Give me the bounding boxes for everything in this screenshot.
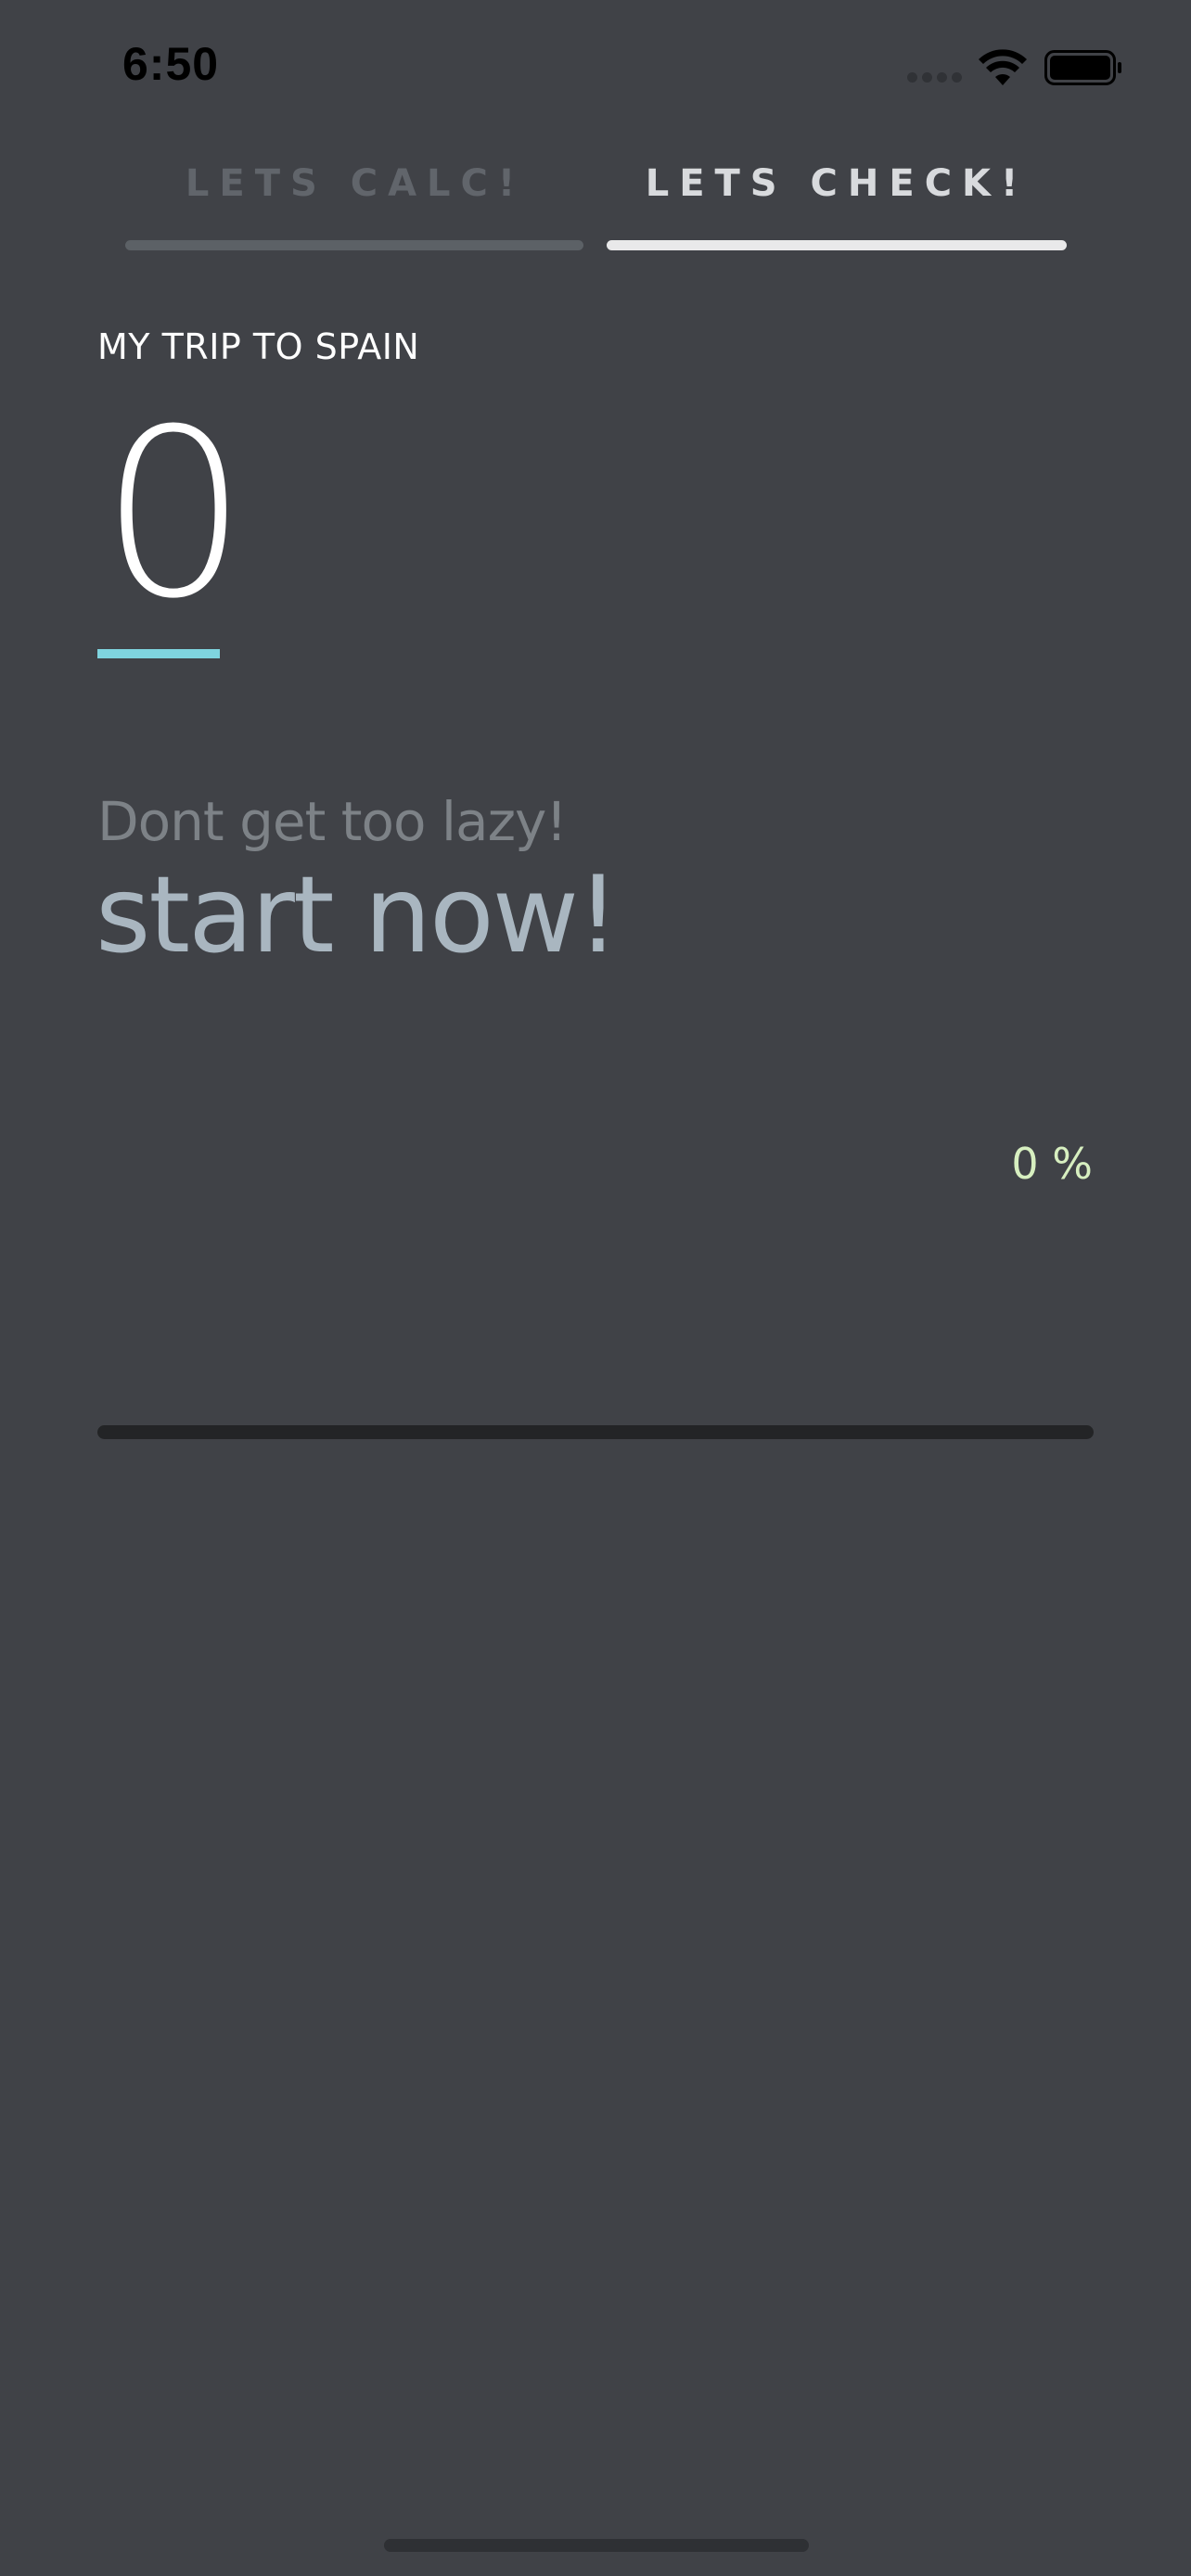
battery-icon	[1044, 50, 1121, 85]
progress-percent: 0 %	[1011, 1139, 1093, 1189]
tab-lets-check[interactable]: LETS CHECK!	[607, 156, 1067, 211]
status-time: 6:50	[122, 38, 220, 90]
wifi-icon	[979, 49, 1027, 85]
amount-underline	[97, 649, 220, 658]
tab-lets-check-indicator	[607, 240, 1067, 250]
check-screen: 6:50 LETS CALC! LETS CHECK! MY TRIP TO S…	[0, 0, 1191, 2576]
tab-lets-calc-indicator	[125, 240, 583, 250]
trip-amount: 0	[100, 379, 249, 649]
progress-bar	[97, 1425, 1094, 1439]
trip-title: MY TRIP TO SPAIN	[97, 326, 420, 367]
motivation-headline: start now!	[96, 853, 620, 976]
cellular-signal-icon	[907, 72, 963, 83]
home-indicator[interactable]	[384, 2539, 809, 2552]
motivation-subtitle: Dont get too lazy!	[97, 790, 568, 853]
tab-lets-calc[interactable]: LETS CALC!	[125, 156, 585, 211]
